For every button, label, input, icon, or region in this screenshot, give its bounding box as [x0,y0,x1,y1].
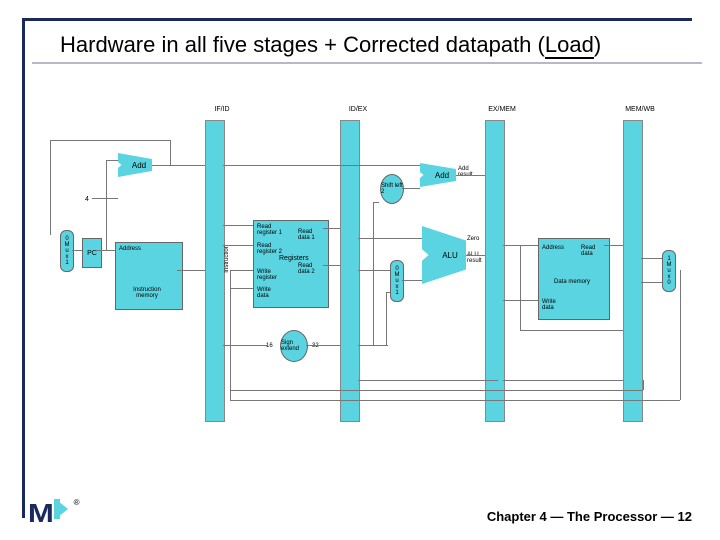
wire [402,188,420,189]
wire [323,265,340,266]
wire [230,288,253,289]
wire [641,282,662,283]
mux-pc-src: 0 M u x 1 [60,230,74,272]
wire [50,140,51,235]
title-underline [32,62,702,64]
wire [373,202,379,203]
wire [358,270,390,271]
mux-write-back: 1 M u x 0 [662,250,676,292]
wire [230,270,231,400]
pipeline-reg-label: ID/EX [328,106,388,113]
pc-register: PC [82,238,102,268]
wire [223,165,420,166]
wire [456,175,485,176]
title-highlight: Load [545,32,594,59]
wire [402,280,422,281]
wire [520,330,623,331]
slide-border-top [22,18,692,21]
publisher-logo: M® [30,498,122,524]
pipeline-reg-label: IF/ID [192,106,252,113]
wire [386,292,387,345]
adder-pc-plus-4: Add [118,150,152,180]
wire [604,245,623,246]
instruction-memory: Address Instruction memory [115,242,183,310]
wire [92,198,118,199]
data-memory: Address Read data Data memory Write data [538,238,610,320]
wire [177,270,205,271]
sign-extend: Sign extend [280,330,308,362]
slide-border-left [22,18,25,518]
wire [641,258,662,259]
slide-title: Hardware in all five stages + Corrected … [60,32,601,58]
wire [466,255,485,256]
wire [358,380,498,381]
wire [503,380,623,381]
pipeline-reg-ex-mem [485,120,505,422]
title-suffix: ) [594,32,601,57]
wire [50,140,170,141]
slide-footer: Chapter 4 — The Processor — 12 [487,509,692,524]
datapath-diagram: IF/ID ID/EX EX/MEM MEM/WB 0 M u x 1 PC 4… [70,100,690,440]
pipeline-reg-label: EX/MEM [472,106,532,113]
alu-zero-label: Zero [467,236,479,242]
wire [72,250,82,251]
wire [223,245,253,246]
pipeline-reg-mem-wb [623,120,643,422]
wire [230,400,680,401]
add-result-label: Add result [458,166,480,178]
sign-extend-out: 32 [312,343,319,349]
wire [223,225,253,226]
alu-result-label: ALU result [467,252,487,264]
wire [358,345,388,346]
mux-alu-src: 0 M u x 1 [390,260,404,302]
wire [306,345,340,346]
wire [106,160,118,161]
adder-branch: Add [420,160,456,190]
shift-left-2: Shift left 2 [380,174,404,204]
register-file: Read register 1 Read register 2 Write re… [253,220,329,308]
wire [358,238,422,239]
wire [520,245,521,330]
wire [230,390,643,391]
wire [230,270,253,271]
constant-four: 4 [85,196,89,203]
pipeline-reg-label: MEM/WB [610,106,670,113]
sign-extend-in: 16 [266,343,273,349]
wire [170,140,171,165]
wire [386,292,390,293]
wire [152,165,205,166]
title-prefix: Hardware in all five stages + Corrected … [60,32,545,57]
wire [106,160,107,250]
wire [323,228,340,229]
wire [680,270,681,400]
instruction-label: Instruction [224,245,232,273]
wire [373,202,374,345]
wire [96,250,115,251]
pipeline-reg-if-id [205,120,225,422]
alu: ALU [422,226,466,284]
wire [643,380,644,390]
